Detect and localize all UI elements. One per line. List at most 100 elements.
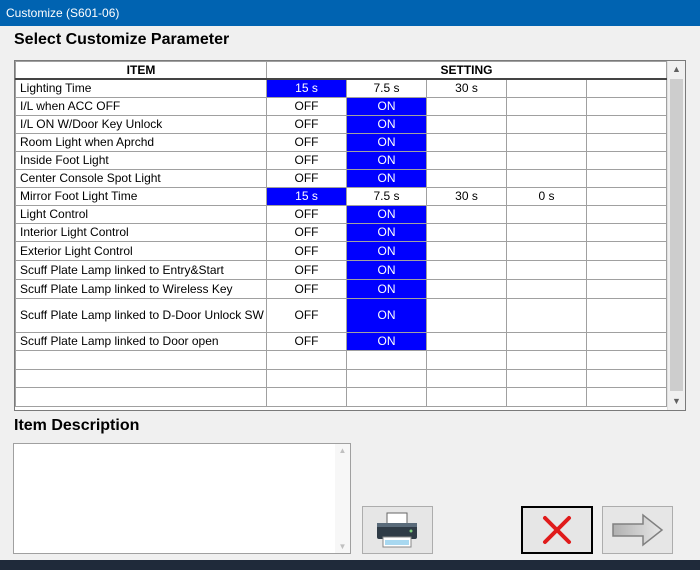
setting-option[interactable] [506, 240, 587, 261]
setting-option[interactable]: OFF [266, 114, 347, 134]
setting-option[interactable]: OFF [266, 240, 347, 261]
setting-option[interactable]: OFF [266, 278, 347, 299]
setting-option[interactable] [506, 204, 587, 224]
setting-option[interactable] [426, 222, 507, 242]
setting-option[interactable]: 7.5 s [346, 186, 427, 206]
setting-option[interactable]: ON [346, 114, 427, 134]
setting-option[interactable] [346, 368, 427, 388]
row-label[interactable]: Scuff Plate Lamp linked to D-Door Unlock… [15, 297, 267, 333]
table-row[interactable]: Scuff Plate Lamp linked to D-Door Unlock… [15, 297, 668, 333]
setting-option[interactable] [426, 114, 507, 134]
setting-option[interactable] [585, 331, 668, 351]
setting-option[interactable] [506, 259, 587, 280]
setting-option[interactable] [506, 297, 587, 333]
row-label[interactable]: Scuff Plate Lamp linked to Door open [15, 331, 267, 351]
setting-option[interactable]: ON [346, 96, 427, 116]
table-row[interactable]: Scuff Plate Lamp linked to Entry&Start OF… [15, 259, 668, 280]
setting-option[interactable] [585, 168, 668, 188]
setting-option[interactable] [426, 349, 507, 370]
setting-option[interactable] [506, 386, 587, 407]
setting-option[interactable] [266, 349, 347, 370]
setting-option[interactable] [506, 278, 587, 299]
setting-option[interactable] [426, 168, 507, 188]
setting-option[interactable]: ON [346, 278, 427, 299]
setting-option[interactable]: 30 s [426, 186, 507, 206]
row-label[interactable]: Lighting Time [15, 78, 267, 98]
print-button[interactable] [362, 506, 433, 554]
setting-option[interactable]: 7.5 s [346, 78, 427, 98]
table-row[interactable]: Interior Light Control OFF ON [15, 222, 668, 242]
setting-option[interactable]: OFF [266, 150, 347, 170]
setting-option[interactable] [506, 168, 587, 188]
setting-option[interactable] [426, 259, 507, 280]
table-row[interactable]: Mirror Foot Light Time 15 s 7.5 s 30 s0 s [15, 186, 668, 206]
setting-option[interactable] [266, 386, 347, 407]
setting-option[interactable] [585, 114, 668, 134]
setting-option[interactable]: 0 s [506, 186, 587, 206]
cancel-button[interactable] [521, 506, 593, 554]
table-row[interactable]: Center Console Spot Light OFF ON [15, 168, 668, 188]
grid-scrollbar[interactable]: ▲ ▼ [667, 61, 685, 410]
setting-option[interactable]: ON [346, 240, 427, 261]
scroll-down-icon[interactable]: ▼ [335, 542, 350, 551]
table-row[interactable]: Exterior Light Control OFF ON [15, 240, 668, 261]
setting-option[interactable] [426, 204, 507, 224]
setting-option[interactable] [426, 368, 507, 388]
setting-option[interactable] [506, 132, 587, 152]
setting-option[interactable] [346, 386, 427, 407]
row-label[interactable] [15, 386, 267, 407]
setting-option[interactable]: ON [346, 331, 427, 351]
item-description-box[interactable]: ▲ ▼ [13, 443, 351, 554]
table-row[interactable]: Lighting Time 15 s 7.5 s 30 s [15, 78, 668, 98]
scroll-up-icon[interactable]: ▲ [335, 446, 350, 455]
setting-option[interactable]: 30 s [426, 78, 507, 98]
row-label[interactable]: Center Console Spot Light [15, 168, 267, 188]
row-label[interactable]: Interior Light Control [15, 222, 267, 242]
setting-option[interactable] [585, 204, 668, 224]
setting-option[interactable] [585, 386, 668, 407]
setting-option[interactable] [506, 114, 587, 134]
setting-option[interactable] [585, 368, 668, 388]
row-label[interactable]: Light Control [15, 204, 267, 224]
setting-option[interactable] [506, 331, 587, 351]
scroll-up-icon[interactable]: ▲ [668, 61, 685, 78]
setting-option[interactable] [426, 386, 507, 407]
table-row[interactable]: I/L when ACC OFF OFF ON [15, 96, 668, 116]
setting-option[interactable] [506, 349, 587, 370]
setting-option[interactable] [506, 96, 587, 116]
setting-option[interactable] [585, 78, 668, 98]
setting-option[interactable] [585, 150, 668, 170]
setting-option[interactable]: ON [346, 150, 427, 170]
setting-option[interactable] [426, 240, 507, 261]
setting-option[interactable]: ON [346, 168, 427, 188]
row-label[interactable]: Inside Foot Light [15, 150, 267, 170]
row-label[interactable]: Room Light when Aprchd [15, 132, 267, 152]
setting-option[interactable]: OFF [266, 132, 347, 152]
setting-option[interactable] [506, 222, 587, 242]
table-row[interactable] [15, 386, 668, 407]
setting-option[interactable] [585, 297, 668, 333]
setting-option[interactable]: 15 s [266, 186, 347, 206]
setting-option[interactable] [585, 132, 668, 152]
setting-option[interactable]: OFF [266, 96, 347, 116]
table-row[interactable] [15, 368, 668, 388]
setting-option[interactable]: OFF [266, 222, 347, 242]
setting-option[interactable] [426, 132, 507, 152]
row-label[interactable]: Scuff Plate Lamp linked to Entry&Start [15, 259, 267, 280]
table-row[interactable]: Room Light when Aprchd OFF ON [15, 132, 668, 152]
row-label[interactable]: Scuff Plate Lamp linked to Wireless Key [15, 278, 267, 299]
setting-option[interactable]: OFF [266, 204, 347, 224]
setting-option[interactable]: ON [346, 297, 427, 333]
scroll-down-icon[interactable]: ▼ [668, 393, 685, 410]
next-button[interactable] [602, 506, 673, 554]
setting-option[interactable] [426, 96, 507, 116]
setting-option[interactable]: OFF [266, 331, 347, 351]
setting-option[interactable] [506, 368, 587, 388]
setting-option[interactable] [585, 259, 668, 280]
setting-option[interactable] [426, 150, 507, 170]
setting-option[interactable] [585, 349, 668, 370]
table-row[interactable]: I/L ON W/Door Key Unlock OFF ON [15, 114, 668, 134]
setting-option[interactable]: OFF [266, 259, 347, 280]
setting-option[interactable]: ON [346, 259, 427, 280]
setting-option[interactable] [346, 349, 427, 370]
